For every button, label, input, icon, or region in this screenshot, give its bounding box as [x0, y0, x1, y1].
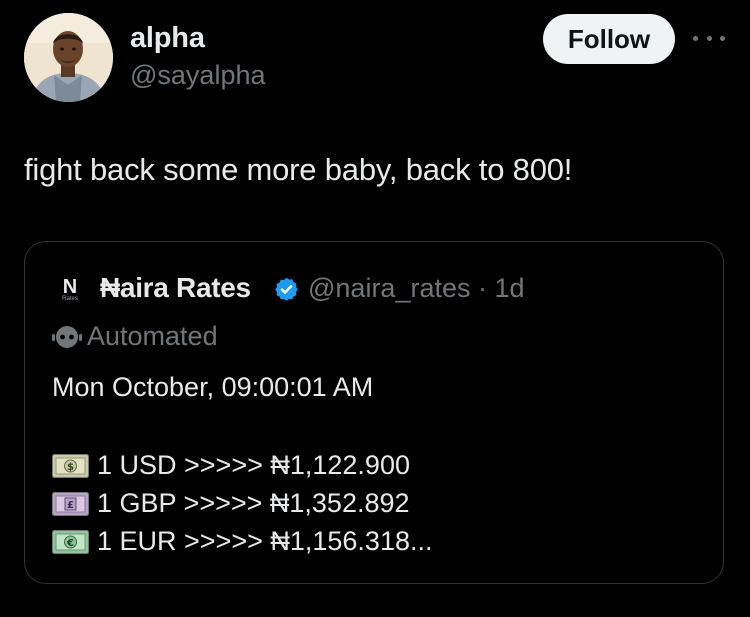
author-name[interactable]: alpha	[130, 22, 205, 55]
quoted-handle-time[interactable]: @naira_rates · 1d	[308, 273, 525, 304]
automated-text: Automated	[87, 321, 218, 351]
rates-date-line: Mon October, 09:00:01 AM	[52, 372, 374, 402]
rate-text-usd: 1 USD >>>>> ₦1,122.900	[97, 450, 410, 480]
euro-banknote-icon: €	[52, 529, 89, 554]
rate-text-gbp: 1 GBP >>>>> ₦1,352.892	[97, 488, 410, 518]
automated-label[interactable]: Automated	[52, 321, 218, 352]
avatar-subtext: Rates	[62, 296, 78, 302]
more-options-icon[interactable]	[693, 30, 725, 46]
pound-banknote-icon: £	[52, 491, 89, 516]
svg-text:£: £	[67, 500, 74, 511]
svg-text:€: €	[66, 538, 74, 549]
quoted-author-avatar[interactable]: N Rates	[52, 277, 88, 307]
rate-line-gbp: £ 1 GBP >>>>> ₦1,352.892	[52, 488, 410, 519]
robot-icon	[52, 325, 82, 348]
avatar-image	[24, 13, 113, 102]
quoted-tweet-card[interactable]: N Rates ₦aira Rates @naira_rates · 1d Au…	[24, 241, 724, 584]
rate-line-eur: € 1 EUR >>>>> ₦1,156.318...	[52, 526, 432, 557]
avatar-letter: N	[62, 276, 78, 298]
author-avatar[interactable]	[24, 13, 113, 102]
verified-badge-icon	[275, 277, 298, 301]
rate-line-usd: $ 1 USD >>>>> ₦1,122.900	[52, 450, 410, 481]
dollar-banknote-icon: $	[52, 453, 89, 478]
rate-text-eur: 1 EUR >>>>> ₦1,156.318...	[97, 526, 433, 556]
follow-button[interactable]: Follow	[543, 14, 675, 64]
quoted-author-name[interactable]: ₦aira Rates	[100, 272, 251, 304]
tweet-text: fight back some more baby, back to 800!	[24, 152, 573, 187]
svg-text:$: $	[67, 462, 74, 473]
author-handle[interactable]: @sayalpha	[130, 60, 266, 91]
